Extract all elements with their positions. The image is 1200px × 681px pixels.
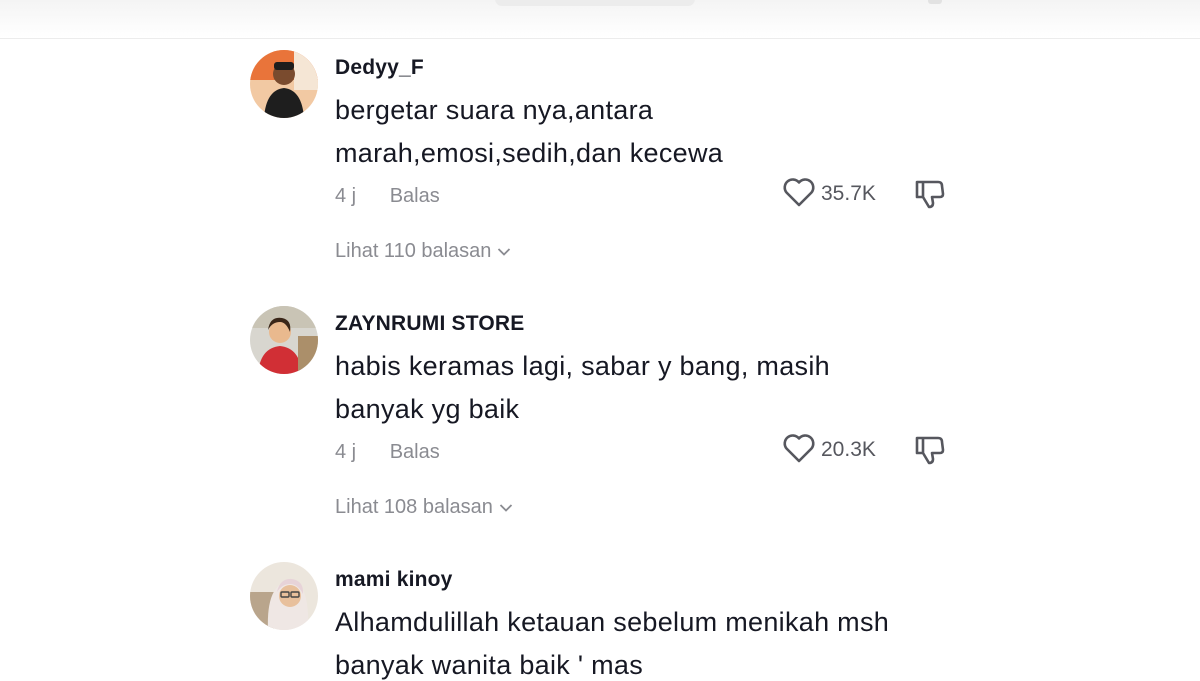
like-button[interactable]: 35.7K [782,177,876,211]
view-replies-button[interactable]: Lihat 108 balasan [335,496,513,519]
comment-text-line: bergetar suara nya,antara [335,95,654,125]
previous-comment-fade [0,0,1200,39]
comment-time: 4 j [335,185,357,207]
like-count: 35.7K [821,182,876,205]
like-button[interactable]: 20.3K [782,433,876,467]
comment-meta: 4 j Balas [335,185,440,208]
comment-text-line: banyak wanita baik ' mas [335,650,644,680]
like-count: 20.3K [821,438,876,461]
cut-off-icon [928,0,942,4]
comment-meta: 4 j Balas [335,441,440,464]
dislike-button[interactable] [913,177,947,211]
heart-outline-icon [782,433,816,468]
dislike-button[interactable] [913,433,947,467]
comment-username[interactable]: ZAYNRUMI STORE [335,312,525,336]
comment-text-line: banyak yg baik [335,394,520,424]
comment-text-line: Alhamdulillah ketauan sebelum menikah ms… [335,607,890,637]
avatar[interactable] [250,306,318,374]
view-replies-button[interactable]: Lihat 110 balasan [335,240,511,263]
comment-username[interactable]: mami kinoy [335,568,453,592]
comment-text-line: habis keramas lagi, sabar y bang, masih [335,351,830,381]
avatar[interactable] [250,562,318,630]
comment-text-line: marah,emosi,sedih,dan kecewa [335,138,724,168]
view-replies-label: Lihat 110 balasan [335,240,492,262]
chevron-down-icon [499,496,513,519]
view-replies-label: Lihat 108 balasan [335,496,493,518]
reply-button[interactable]: Balas [390,185,440,208]
avatar[interactable] [250,50,318,118]
reply-button[interactable]: Balas [390,441,440,464]
thumbs-down-icon [913,180,947,215]
comment-username[interactable]: Dedyy_F [335,56,424,80]
cut-off-text [495,0,695,6]
thumbs-down-icon [913,436,947,471]
chevron-down-icon [497,240,511,263]
comment-time: 4 j [335,441,357,463]
heart-outline-icon [782,177,816,212]
